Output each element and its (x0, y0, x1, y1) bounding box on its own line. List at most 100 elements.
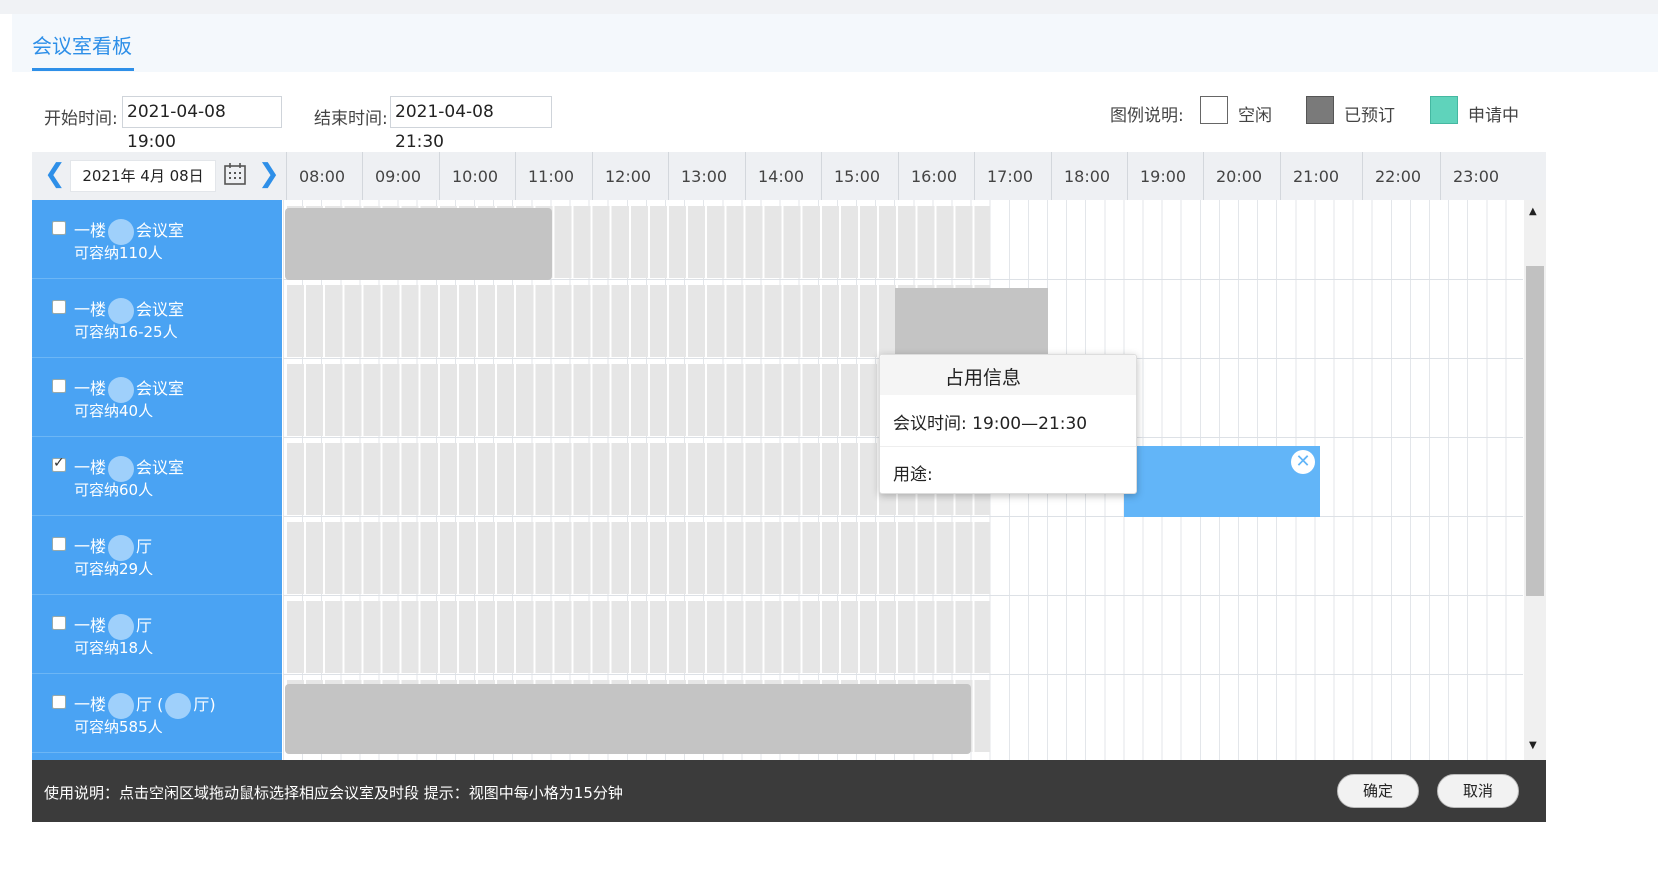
room-name: 一楼 会议室 (74, 217, 184, 245)
room-name-suffix: 会议室 (136, 458, 185, 477)
room-list: 一楼会议室可容纳110人一楼会议室可容纳16-25人一楼会议室可容纳40人一楼会… (32, 200, 282, 760)
confirm-button[interactable]: 确定 (1337, 774, 1419, 808)
hour-label: 14:00 (745, 152, 821, 200)
booked-slot[interactable] (285, 684, 971, 754)
room-item[interactable]: 一楼 厅可容纳29人 (32, 516, 282, 595)
legend-free-label: 空闲 (1238, 106, 1272, 126)
room-checkbox[interactable] (52, 379, 66, 393)
room-name-prefix: 一楼 (74, 379, 107, 398)
active-tab-indicator (32, 68, 134, 71)
room-name-suffix: 厅) (193, 695, 216, 714)
redacted-mark (108, 692, 135, 719)
redacted-mark (165, 692, 192, 719)
room-name: 一楼 会议室 (74, 296, 184, 324)
room-checkbox[interactable] (52, 695, 66, 709)
meeting-purpose-text: 用途: (893, 465, 933, 485)
hour-label: 23:00 (1440, 152, 1546, 200)
redacted-mark (108, 455, 135, 482)
hour-label: 10:00 (439, 152, 515, 200)
unavailable-block (285, 601, 990, 673)
room-capacity: 可容纳60人 (74, 481, 154, 499)
date-display[interactable]: 2021年 4月 08日 (70, 160, 216, 192)
unavailable-block (285, 522, 990, 594)
room-capacity: 可容纳40人 (74, 402, 154, 420)
room-name-suffix: 会议室 (136, 221, 185, 240)
room-name-prefix: 一楼 (74, 616, 107, 635)
unavailable-block (285, 285, 990, 357)
row-divider (283, 674, 1523, 675)
vertical-scrollbar[interactable]: ▲ ▼ (1524, 200, 1546, 760)
time-axis-header: 08:00 09:00 10:00 11:00 12:00 13:00 14:00 15:00… (286, 152, 1546, 200)
room-name: 一楼 厅 (74, 533, 152, 561)
room-item[interactable]: 一楼 会议室 可容纳40人 (32, 358, 282, 437)
scrollbar-thumb[interactable] (1526, 266, 1544, 596)
room-item[interactable]: 一楼 会议室可容纳60人 (32, 437, 282, 516)
room-checkbox[interactable] (52, 537, 66, 551)
legend-free-swatch (1200, 96, 1228, 124)
selected-time-slot[interactable]: ✕ (1124, 446, 1320, 517)
room-name-prefix: 一楼 (74, 300, 107, 319)
room-name-suffix: 会议室 (136, 300, 185, 319)
calendar-icon[interactable] (224, 163, 246, 185)
start-time-input[interactable]: 2021-04-08 19:00 (122, 96, 282, 152)
footer-bar: 使用说明：点击空闲区域拖动鼠标选择相应会议室及时段 提示：视图中每小格为15分钟… (32, 760, 1546, 822)
toolbar: 开始时间: 2021-04-08 19:00 结束时间: 2021-04-08 … (12, 88, 1646, 152)
hour-label: 08:00 (286, 152, 362, 200)
room-item[interactable]: 一楼 会议室可容纳16-25人 (32, 279, 282, 358)
hour-label: 12:00 (592, 152, 668, 200)
hour-label: 22:00 (1362, 152, 1440, 200)
legend-label: 图例说明: (1110, 106, 1184, 126)
top-strip (0, 0, 1658, 14)
room-item[interactable]: 一楼 厅 ( 厅) 可容纳585人 (32, 674, 282, 753)
room-capacity: 可容纳585人 (74, 718, 163, 736)
chevron-left-icon[interactable]: ❮ (44, 159, 66, 189)
room-name-prefix: 一楼 (74, 221, 107, 240)
row-divider (283, 516, 1523, 517)
scroll-down-icon[interactable]: ▼ (1529, 740, 1537, 751)
booked-slot[interactable] (285, 208, 552, 280)
hour-label: 13:00 (668, 152, 745, 200)
room-name: 一楼 厅 ( 厅) (74, 691, 216, 719)
occupancy-info-popup: 占用信息 会议时间: 19:00—21:30 用途: (879, 354, 1137, 494)
hour-label: 09:00 (362, 152, 439, 200)
hour-label: 19:00 (1127, 152, 1203, 200)
room-name: 一楼 会议室 (74, 375, 184, 403)
hour-label: 17:00 (974, 152, 1051, 200)
room-name-suffix: 厅 ( (136, 695, 164, 714)
legend-booked-swatch (1306, 96, 1334, 124)
hour-label: 11:00 (515, 152, 592, 200)
room-name-prefix: 一楼 (74, 458, 107, 477)
hour-label: 21:00 (1280, 152, 1362, 200)
popup-divider (880, 446, 1136, 447)
room-checkbox[interactable] (52, 221, 66, 235)
redacted-mark (108, 218, 135, 245)
legend-pending-swatch (1430, 96, 1458, 124)
page-title-tab[interactable]: 会议室看板 (32, 30, 132, 59)
end-time-input[interactable]: 2021-04-08 21:30 (390, 96, 552, 152)
room-name-prefix: 一楼 (74, 695, 107, 714)
date-navigator: ❮ 2021年 4月 08日 ❯ (32, 152, 286, 200)
chevron-right-icon[interactable]: ❯ (258, 159, 280, 189)
redacted-mark (108, 534, 135, 561)
booked-slot[interactable] (895, 288, 1048, 358)
room-checkbox[interactable] (52, 300, 66, 314)
row-divider (283, 595, 1523, 596)
cancel-button[interactable]: 取消 (1437, 774, 1519, 808)
redacted-mark (108, 297, 135, 324)
hour-label: 20:00 (1203, 152, 1280, 200)
room-item[interactable]: 一楼 厅可容纳18人 (32, 595, 282, 674)
room-checkbox[interactable] (52, 616, 66, 630)
legend-pending-label: 申请中 (1468, 106, 1519, 126)
redacted-mark (108, 376, 135, 403)
meeting-time-text: 会议时间: 19:00—21:30 (893, 414, 1088, 434)
start-time-label: 开始时间: (44, 109, 118, 129)
room-capacity: 可容纳16-25人 (74, 323, 178, 341)
room-item[interactable]: 一楼 会议室 可容纳110人 (32, 200, 282, 279)
usage-instructions: 使用说明：点击空闲区域拖动鼠标选择相应会议室及时段 提示：视图中每小格为15分钟 (44, 784, 623, 802)
close-icon[interactable]: ✕ (1291, 450, 1315, 474)
room-name-suffix: 厅 (136, 537, 153, 556)
room-name: 一楼 会议室 (74, 454, 184, 482)
room-name-prefix: 一楼 (74, 537, 107, 556)
room-checkbox[interactable] (52, 455, 66, 472)
scroll-up-icon[interactable]: ▲ (1529, 206, 1537, 217)
